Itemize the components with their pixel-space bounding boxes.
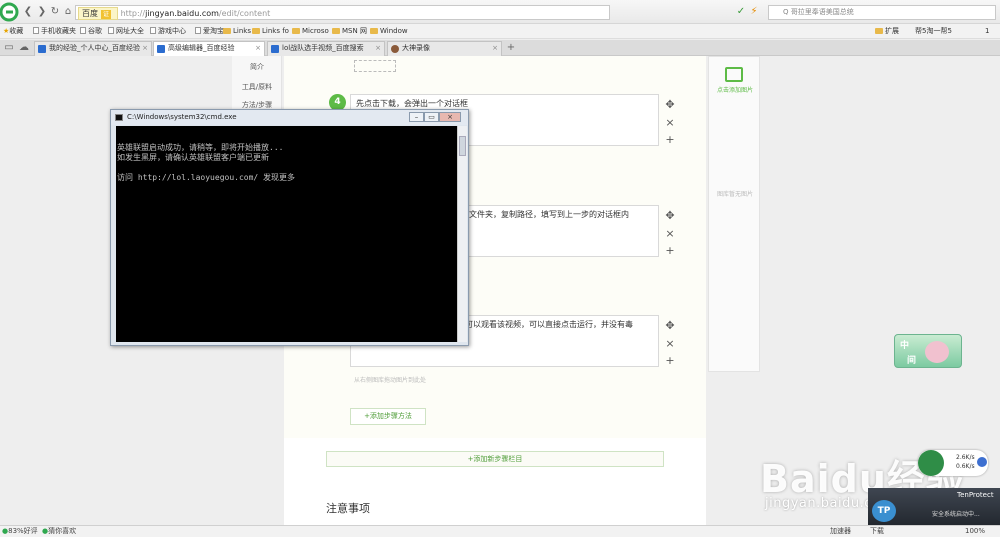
fav-folder-window[interactable]: Window [370,24,408,38]
add-icon[interactable]: + [664,355,676,367]
speed-ball-icon [918,450,944,476]
recommend-status[interactable]: ●猜你喜欢 [42,526,76,537]
speed-toggle-icon[interactable] [977,457,987,467]
add-icon[interactable]: + [664,134,676,146]
cmd-scrollbar[interactable] [457,126,467,342]
cloud-icon[interactable]: ☁ [18,42,30,54]
fav-folder-microso[interactable]: Microso [292,24,329,38]
fav-folder-linksfo[interactable]: Links fo [252,24,289,38]
tenprotect-status: 安全系统启动中... [932,511,980,518]
tab-bar: ▭ ☁ 我的经验_个人中心_百度经验 × 高级编辑器_百度经验 × lol战队选手视… [0,40,1000,57]
minimize-button[interactable]: – [409,112,424,122]
download-button[interactable]: 下载 [870,526,884,537]
nav-intro[interactable]: 简介 [232,62,282,72]
library-empty-text: 图库暂无图片 [716,191,753,198]
flower-icon [925,341,949,363]
cmd-window[interactable]: C:\Windows\system32\cmd.exe – ▭ × 英雄联盟启动… [110,109,469,346]
url-host: jingyan.baidu.com [145,9,219,18]
add-image-icon[interactable] [725,67,743,82]
add-method-button[interactable]: +添加步骤方法 [350,408,426,425]
browser-toolbar: ❮ ❯ ↻ ⌂ 百度证 http://jingyan.baidu.com/edi… [0,0,1000,24]
upload-speed: 2.6K/s [956,454,975,461]
tenprotect-popup[interactable]: TenProtect TP 安全系统启动中... [868,488,1000,525]
favorites-bar: ★收藏 手机收藏夹 谷歌 网址大全 游戏中心 爱淘宝 Links Links f… [0,24,1000,39]
step-4-text: 先点击下载，会弹出一个对话框 [356,99,468,108]
maximize-button[interactable]: ▭ [424,112,439,122]
fav-item-games[interactable]: 游戏中心 [150,24,186,38]
site-badge: 百度证 [78,7,119,20]
download-speed: 0.6K/s [956,463,975,470]
helper-button[interactable]: 帮5淘一帮5 [915,24,952,38]
delete-icon[interactable]: × [664,117,676,129]
cert-shield-icon[interactable]: ✓ [735,6,747,18]
zoom-level[interactable]: 100% [965,526,985,537]
delete-icon[interactable]: × [664,228,676,240]
cmd-icon [115,114,123,121]
delete-icon[interactable]: × [664,338,676,350]
step-6-text: 就可以观看该视频，可以直接点击运行，并没有毒 [457,320,633,329]
tab-my-experience[interactable]: 我的经验_个人中心_百度经验 × [34,41,152,56]
tab-replay[interactable]: 大神录像 × [387,41,502,56]
tab-editor[interactable]: 高级编辑器_百度经验 × [153,41,265,57]
extensions-button[interactable]: 扩展 [875,24,899,38]
drag-hint: 从右侧图库拖动图片到此处 [354,377,427,384]
search-input[interactable]: Q 哥拉里奉语美国总统 [768,5,996,20]
counter-badge: 1 [985,27,990,35]
url-path: /edit/content [218,9,271,18]
console-line: 英雄联盟启动成功，请稍等，即将开始播放... [117,143,284,152]
move-icon[interactable]: ✥ [664,210,676,222]
cmd-console[interactable]: 英雄联盟启动成功，请稍等，即将开始播放... 如发生黑屏，请确认英雄联盟客户端已… [116,126,457,342]
console-line: 如发生黑屏，请确认英雄联盟客户端已更新 [117,153,269,162]
speed-icon[interactable]: ⚡ [748,6,760,18]
tenprotect-title: TenProtect [957,491,994,499]
move-icon[interactable]: ✥ [664,320,676,332]
image-library-panel: 点击添加图片 图库暂无图片 [708,56,760,372]
image-thumbnail [354,60,396,72]
url-prefix: http:// [120,9,146,18]
fav-item-taobao[interactable]: 爱淘宝 [195,24,224,38]
nav-tools[interactable]: 工具/原料 [232,82,282,92]
status-bar: ●83%好评 ●猜你喜欢 加速器 下载 100% [0,525,1000,537]
fav-folder-links[interactable]: Links [223,24,251,38]
move-icon[interactable]: ✥ [664,99,676,111]
close-button[interactable]: × [439,112,461,122]
fav-folder-msn[interactable]: MSN 网 [332,24,367,38]
new-tab-button[interactable]: + [505,42,517,54]
network-speed-widget[interactable]: 2.6K/s 0.6K/s [918,450,988,476]
add-icon[interactable]: + [664,245,676,257]
add-image-link[interactable]: 点击添加图片 [711,85,759,94]
fav-item-google[interactable]: 谷歌 [80,24,102,38]
favorites-star[interactable]: ★收藏 [3,24,23,38]
home-icon[interactable]: ⌂ [62,6,74,18]
notes-heading: 注意事项 [326,502,370,515]
tenprotect-logo-icon: TP [872,500,896,522]
forward-icon[interactable]: ❯ [36,6,48,18]
rating-status[interactable]: ●83%好评 [2,526,38,537]
address-bar[interactable]: 百度证 http://jingyan.baidu.com/edit/conten… [75,5,610,20]
browser-logo-icon[interactable] [0,0,20,24]
cmd-title: C:\Windows\system32\cmd.exe [127,113,237,121]
fav-item-mobile[interactable]: 手机收藏夹 [33,24,76,38]
refresh-icon[interactable]: ↻ [49,6,61,18]
accelerator-button[interactable]: 加速器 [830,526,851,537]
step-5-text: ME文件夹，复制路径，填写到上一步的对话框内 [457,210,629,219]
console-line: 访问 http://lol.laoyuegou.com/ 发现更多 [117,173,296,182]
desktop-sticker[interactable]: 中 间 [894,334,962,368]
back-icon[interactable]: ❮ [22,6,34,18]
add-step-button[interactable]: +添加新步骤栏目 [326,451,664,467]
tab-lol-search[interactable]: lol战队选手视频_百度搜索 × [267,41,385,56]
tab-list-icon[interactable]: ▭ [3,42,15,54]
fav-item-hao[interactable]: 网址大全 [108,24,144,38]
cert-badge: 证 [101,10,112,19]
